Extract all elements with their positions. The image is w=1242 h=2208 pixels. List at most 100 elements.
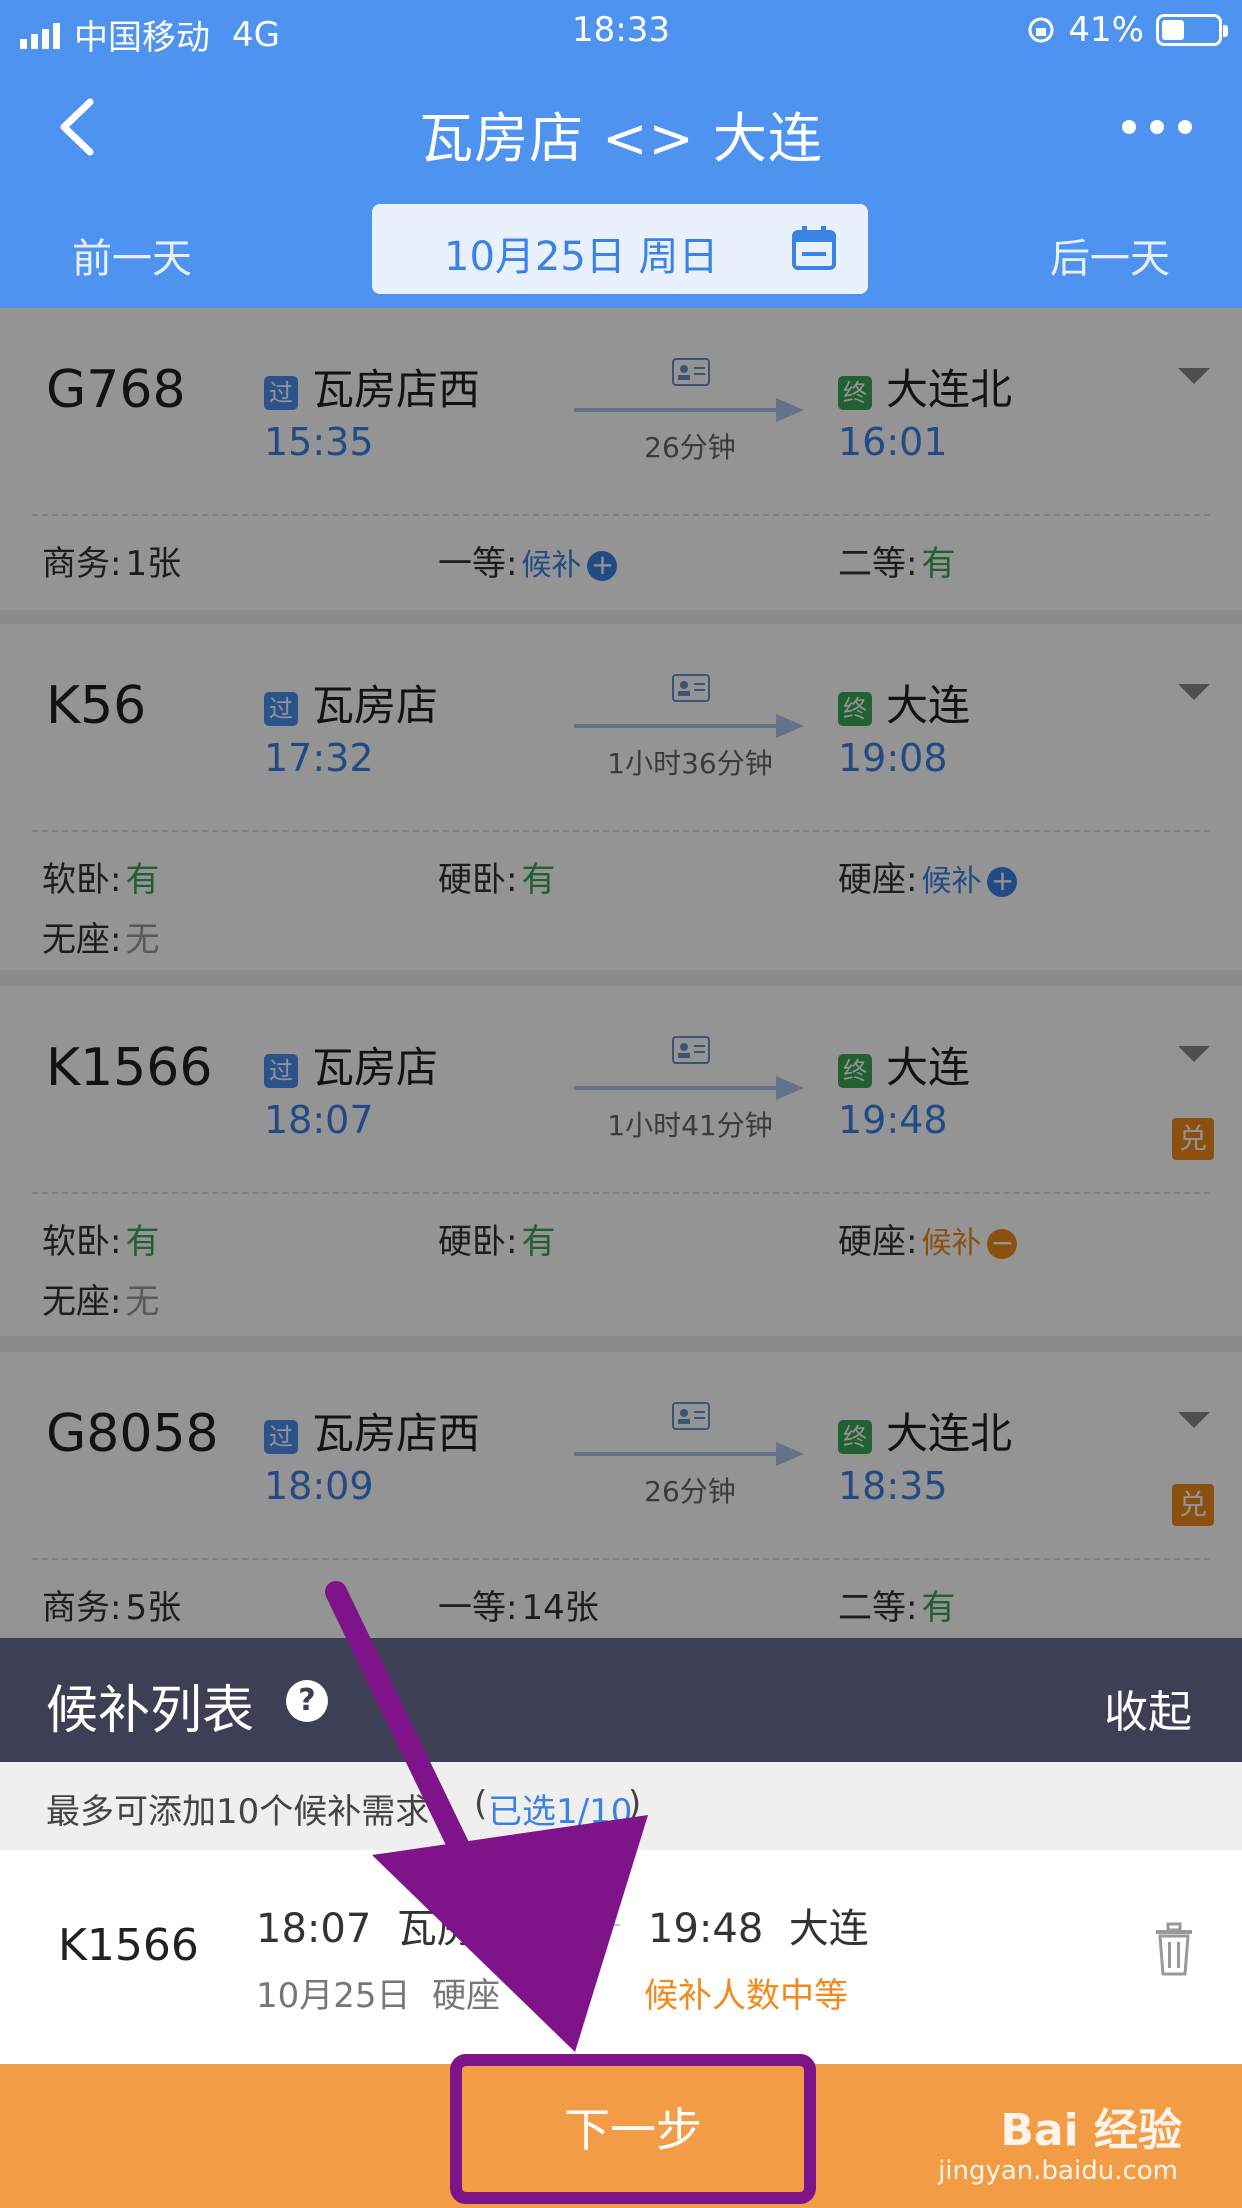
arrival-time: 18:35 — [838, 1464, 948, 1508]
seat-hard-seat[interactable]: 硬座: 候补 − — [838, 1214, 1018, 1263]
prev-day-button[interactable]: 前一天 — [72, 226, 192, 284]
to-station-name: 大连 — [886, 1043, 971, 1092]
waitlist-status: 候补人数中等 — [644, 1976, 848, 2016]
divider — [32, 514, 1210, 516]
seat-business: 商务: 5张 — [42, 1588, 182, 1628]
date-picker[interactable]: 10月25日 周日 — [372, 204, 868, 294]
seat-soft-sleeper: 软卧: 有 — [42, 1222, 160, 1262]
seat-no-seat: 无座: 无 — [42, 920, 160, 960]
chevron-down-icon[interactable] — [1178, 368, 1210, 384]
battery-percent: 41% — [1068, 10, 1144, 50]
seat-hard-sleeper: 硬卧: 有 — [438, 860, 556, 900]
hint-open: ( — [474, 1784, 488, 1824]
train-code: K1566 — [46, 1038, 213, 1098]
divider — [32, 830, 1210, 832]
id-card-icon — [672, 358, 710, 386]
date-bar: 前一天 10月25日 周日 后一天 — [0, 192, 1242, 308]
train-card[interactable]: G8058 过瓦房店西 18:09 26分钟 终大连北 18:35 兑 商务: 5… — [0, 1352, 1242, 1638]
arrival-time: 19:48 — [838, 1098, 948, 1142]
departure-time: 18:09 — [264, 1464, 374, 1508]
from-station-name: 瓦房店 — [312, 681, 439, 730]
more-icon[interactable] — [1122, 112, 1192, 142]
train-code: G8058 — [46, 1404, 219, 1464]
from-station: 过瓦房店 — [264, 1034, 438, 1095]
nav-bar: 瓦房店 <> 大连 — [0, 62, 1242, 192]
exchange-badge: 兑 — [1172, 1484, 1214, 1526]
page-title: 瓦房店 <> 大连 — [419, 107, 823, 170]
id-card-icon — [672, 1402, 710, 1430]
end-tag: 终 — [838, 1419, 872, 1454]
to-station-name: 大连 — [886, 681, 971, 730]
from-station: 过瓦房店西 — [264, 356, 480, 417]
waitlist-title: 候补列表 — [46, 1681, 255, 1741]
train-card[interactable]: K1566 过瓦房店 18:07 1小时41分钟 终大连 19:48 兑 软卧:… — [0, 986, 1242, 1336]
to-station-name: 大连北 — [886, 365, 1013, 414]
chevron-down-icon[interactable] — [1178, 1412, 1210, 1428]
seat-business: 商务: 1张 — [42, 544, 182, 584]
arrival-time: 16:01 — [838, 420, 948, 464]
to-station: 终大连北 — [838, 1400, 1012, 1461]
pass-tag: 过 — [264, 691, 298, 726]
waitlist-departure: 18:07 瓦房店 — [256, 1906, 517, 1952]
exchange-badge: 兑 — [1172, 1118, 1214, 1160]
pass-tag: 过 — [264, 1053, 298, 1088]
chevron-down-icon[interactable] — [1178, 684, 1210, 700]
waitlist-arrival: 19:48 大连 — [648, 1906, 869, 1952]
journey-arrow: 1小时36分钟 — [574, 664, 804, 780]
from-station-name: 瓦房店西 — [312, 365, 481, 414]
from-station: 过瓦房店西 — [264, 1400, 480, 1461]
seat-hard-sleeper: 硬卧: 有 — [438, 1222, 556, 1262]
departure-time: 17:32 — [264, 736, 374, 780]
help-icon[interactable]: ? — [286, 1680, 328, 1722]
remove-icon[interactable]: − — [987, 1228, 1018, 1259]
selected-count: 已选1/10 — [488, 1792, 633, 1832]
next-step-button[interactable]: 下一步 — [474, 2078, 792, 2182]
train-card[interactable]: G768 过瓦房店西 15:35 26分钟 终大连北 16:01 商务: 1张 一… — [0, 308, 1242, 610]
duration: 1小时41分钟 — [607, 1109, 773, 1142]
waitlist-arrow — [540, 1924, 620, 1926]
id-card-icon — [672, 1036, 710, 1064]
seat-second-class: 二等: 有 — [838, 544, 956, 584]
journey-arrow: 26分钟 — [574, 1392, 804, 1508]
id-card-icon — [672, 674, 710, 702]
divider — [32, 1558, 1210, 1560]
trash-icon[interactable] — [1154, 1922, 1194, 1976]
add-icon[interactable]: + — [587, 550, 618, 581]
collapse-button[interactable]: 收起 — [1104, 1676, 1192, 1740]
bottom-bar: 下一步 Bai 经验 jingyan.baidu.com — [0, 2054, 1242, 2208]
to-station: 终大连北 — [838, 356, 1012, 417]
end-tag: 终 — [838, 1053, 872, 1088]
pass-tag: 过 — [264, 375, 298, 410]
duration: 26分钟 — [644, 431, 736, 464]
seat-first-class[interactable]: 一等: 候补 + — [438, 536, 618, 585]
seat-soft-sleeper: 软卧: 有 — [42, 860, 160, 900]
status-right: 41% — [1026, 10, 1228, 50]
baidu-watermark: Bai 经验 — [1000, 2105, 1182, 2156]
next-day-button[interactable]: 后一天 — [1050, 226, 1170, 284]
duration: 26分钟 — [644, 1475, 736, 1508]
end-tag: 终 — [838, 691, 872, 726]
duration: 1小时36分钟 — [607, 747, 773, 780]
departure-time: 15:35 — [264, 420, 374, 464]
battery-icon — [1156, 14, 1228, 46]
seat-no-seat: 无座: 无 — [42, 1282, 160, 1322]
calendar-icon — [792, 226, 836, 270]
train-code: G768 — [46, 360, 186, 420]
journey-arrow: 1小时41分钟 — [574, 1026, 804, 1142]
status-bar: 中国移动 4G 18:33 41% — [0, 0, 1242, 62]
to-station-name: 大连北 — [886, 1409, 1013, 1458]
baidu-watermark-url: jingyan.baidu.com — [938, 2156, 1178, 2186]
hint-text: 最多可添加10个候补需求 — [46, 1792, 430, 1832]
to-station: 终大连 — [838, 672, 970, 733]
add-icon[interactable]: + — [987, 866, 1018, 897]
train-code: K56 — [46, 676, 147, 736]
journey-arrow: 26分钟 — [574, 348, 804, 464]
pass-tag: 过 — [264, 1419, 298, 1454]
waitlist-header: 候补列表 ? 收起 — [0, 1638, 1242, 1762]
train-card[interactable]: K56 过瓦房店 17:32 1小时36分钟 终大连 19:08 软卧: 有 硬卧… — [0, 624, 1242, 970]
departure-time: 18:07 — [264, 1098, 374, 1142]
chevron-down-icon[interactable] — [1178, 1046, 1210, 1062]
seat-hard-seat[interactable]: 硬座: 候补 + — [838, 852, 1018, 901]
to-station: 终大连 — [838, 1034, 970, 1095]
seat-second-class: 二等: 有 — [838, 1588, 956, 1628]
